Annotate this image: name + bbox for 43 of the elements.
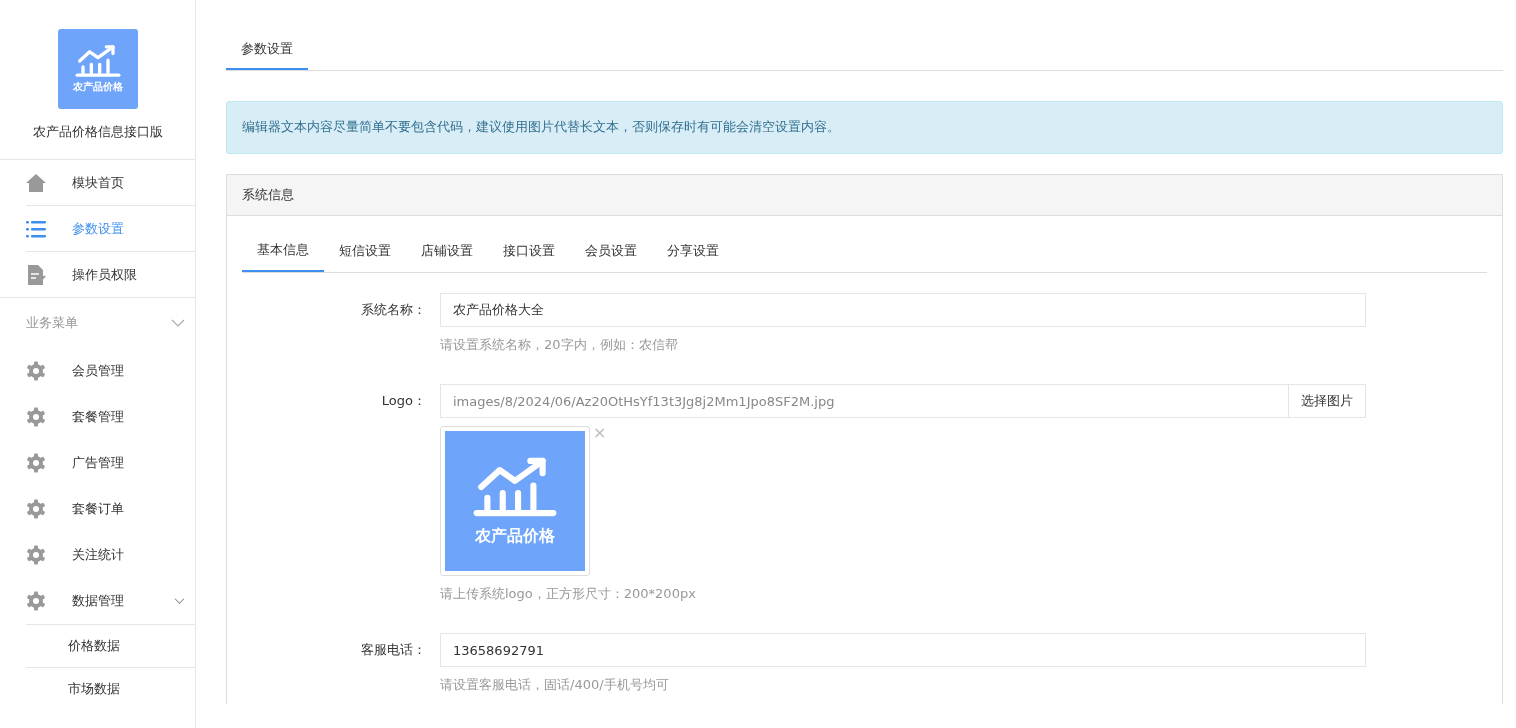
help-text: 请设置客服电话，固话/400/手机号均可	[440, 676, 670, 694]
settings-tab[interactable]: 会员设置	[570, 231, 652, 272]
image-path-input[interactable]: images/8/2024/06/Az20OtHsYf13t3Jg8j2Mm1Jpo8SF2M.jpg	[440, 384, 1288, 418]
panel-header: 系统信息	[227, 175, 1502, 216]
help-text: 请上传系统logo，正方形尺寸：200*200px	[440, 585, 697, 603]
settings-tab[interactable]: 店铺设置	[406, 231, 488, 272]
settings-tab[interactable]: 短信设置	[324, 231, 406, 272]
settings-tab[interactable]: 基本信息	[242, 231, 324, 272]
chevron-icon	[171, 319, 185, 327]
home-icon	[26, 172, 46, 193]
sidebar-item[interactable]: 操作员权限	[26, 252, 195, 297]
app-name: 农产品价格信息接口版	[32, 123, 163, 141]
submenu-item[interactable]: 市场数据	[26, 667, 195, 710]
sidebar-item[interactable]: 数据管理	[26, 578, 195, 624]
text-input[interactable]: 农产品价格大全	[440, 293, 1366, 327]
chevron-icon	[174, 598, 185, 604]
settings-tab[interactable]: 接口设置	[488, 231, 570, 272]
settings-tab[interactable]: 分享设置	[652, 231, 734, 272]
sidebar-item[interactable]: 模块首页	[26, 160, 195, 206]
list-icon	[26, 218, 46, 239]
logo-text: 农产品价格	[72, 80, 123, 94]
sidebar-item[interactable]: 套餐管理	[26, 394, 195, 440]
document-icon	[26, 264, 46, 285]
field-label: 系统名称：	[360, 301, 427, 319]
help-text: 请设置系统名称，20字内，例如：农信帮	[440, 336, 679, 354]
text-input[interactable]: 13658692791	[440, 633, 1366, 667]
gear-icon	[26, 361, 46, 381]
gear-icon	[26, 499, 46, 519]
field-label: Logo：	[380, 392, 427, 410]
sidebar-item[interactable]: 关注统计	[26, 532, 195, 578]
gear-icon	[26, 407, 46, 427]
sidebar-item[interactable]: 会员管理	[26, 348, 195, 394]
field-label: 客服电话：	[360, 641, 427, 659]
sidebar-item[interactable]: 套餐订单	[26, 486, 195, 532]
logo-text: 农产品价格	[475, 525, 555, 547]
gear-icon	[26, 545, 46, 565]
gear-icon	[26, 591, 46, 611]
page-tab[interactable]: 参数设置	[226, 30, 308, 70]
sidebar-item[interactable]: 广告管理	[26, 440, 195, 486]
gear-icon	[26, 453, 46, 473]
submenu-item[interactable]: 价格数据	[26, 624, 195, 667]
info-alert: 编辑器文本内容尽量简单不要包含代码，建议使用图片代替长文本，否则保存时有可能会清空设置内容。	[226, 101, 1503, 154]
choose-image-button[interactable]: 选择图片	[1288, 384, 1366, 418]
